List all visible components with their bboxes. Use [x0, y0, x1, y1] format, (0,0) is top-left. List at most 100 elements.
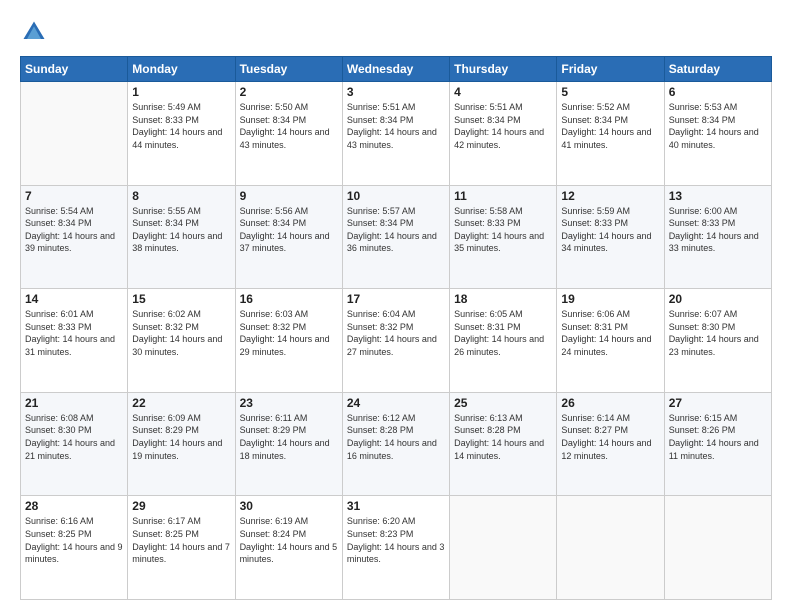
day-number: 9 [240, 189, 338, 203]
calendar-cell: 16Sunrise: 6:03 AMSunset: 8:32 PMDayligh… [235, 289, 342, 393]
weekday-header-tuesday: Tuesday [235, 57, 342, 82]
calendar-cell: 7 Sunrise: 5:54 AMSunset: 8:34 PMDaylight… [21, 185, 128, 289]
day-info: Sunrise: 6:04 AMSunset: 8:32 PMDaylight:… [347, 308, 445, 358]
week-row-4: 21 Sunrise: 6:08 AMSunset: 8:30 PMDayligh… [21, 392, 772, 496]
day-info: Sunrise: 6:12 AMSunset: 8:28 PMDaylight:… [347, 412, 445, 462]
calendar-cell: 9 Sunrise: 5:56 AMSunset: 8:34 PMDaylight… [235, 185, 342, 289]
calendar-cell: 18 Sunrise: 6:05 AMSunset: 8:31 PMDayligh… [450, 289, 557, 393]
day-info: Sunrise: 5:51 AMSunset: 8:34 PMDaylight:… [454, 101, 552, 151]
day-info: Sunrise: 5:58 AMSunset: 8:33 PMDaylight:… [454, 205, 552, 255]
calendar-cell: 27 Sunrise: 6:15 AMSunset: 8:26 PMDayligh… [664, 392, 771, 496]
day-number: 27 [669, 396, 767, 410]
calendar-cell: 12 Sunrise: 5:59 AMSunset: 8:33 PMDayligh… [557, 185, 664, 289]
calendar-cell: 15Sunrise: 6:02 AMSunset: 8:32 PMDayligh… [128, 289, 235, 393]
day-info: Sunrise: 5:57 AMSunset: 8:34 PMDaylight:… [347, 205, 445, 255]
day-number: 10 [347, 189, 445, 203]
day-info: Sunrise: 6:11 AMSunset: 8:29 PMDaylight:… [240, 412, 338, 462]
day-number: 5 [561, 85, 659, 99]
calendar-cell [557, 496, 664, 600]
calendar-cell: 14Sunrise: 6:01 AMSunset: 8:33 PMDayligh… [21, 289, 128, 393]
day-number: 24 [347, 396, 445, 410]
day-info: Sunrise: 6:16 AMSunset: 8:25 PMDaylight:… [25, 515, 123, 565]
logo [20, 18, 52, 46]
day-number: 18 [454, 292, 552, 306]
calendar-cell: 4 Sunrise: 5:51 AMSunset: 8:34 PMDaylight… [450, 82, 557, 186]
calendar-cell: 8Sunrise: 5:55 AMSunset: 8:34 PMDaylight… [128, 185, 235, 289]
day-number: 26 [561, 396, 659, 410]
day-info: Sunrise: 6:20 AMSunset: 8:23 PMDaylight:… [347, 515, 445, 565]
day-number: 20 [669, 292, 767, 306]
week-row-1: 1 Sunrise: 5:49 AMSunset: 8:33 PMDaylight… [21, 82, 772, 186]
day-number: 21 [25, 396, 123, 410]
day-info: Sunrise: 5:52 AMSunset: 8:34 PMDaylight:… [561, 101, 659, 151]
day-info: Sunrise: 6:00 AMSunset: 8:33 PMDaylight:… [669, 205, 767, 255]
day-number: 12 [561, 189, 659, 203]
calendar-cell: 19 Sunrise: 6:06 AMSunset: 8:31 PMDayligh… [557, 289, 664, 393]
calendar-cell: 17 Sunrise: 6:04 AMSunset: 8:32 PMDayligh… [342, 289, 449, 393]
calendar-cell: 23 Sunrise: 6:11 AMSunset: 8:29 PMDayligh… [235, 392, 342, 496]
header [20, 18, 772, 46]
day-info: Sunrise: 6:17 AMSunset: 8:25 PMDaylight:… [132, 515, 230, 565]
day-info: Sunrise: 5:56 AMSunset: 8:34 PMDaylight:… [240, 205, 338, 255]
calendar-cell: 2 Sunrise: 5:50 AMSunset: 8:34 PMDaylight… [235, 82, 342, 186]
weekday-header-monday: Monday [128, 57, 235, 82]
weekday-header-friday: Friday [557, 57, 664, 82]
day-info: Sunrise: 5:59 AMSunset: 8:33 PMDaylight:… [561, 205, 659, 255]
calendar-cell: 25Sunrise: 6:13 AMSunset: 8:28 PMDayligh… [450, 392, 557, 496]
day-number: 1 [132, 85, 230, 99]
day-number: 7 [25, 189, 123, 203]
day-number: 8 [132, 189, 230, 203]
calendar-cell: 30Sunrise: 6:19 AMSunset: 8:24 PMDayligh… [235, 496, 342, 600]
calendar-cell: 29Sunrise: 6:17 AMSunset: 8:25 PMDayligh… [128, 496, 235, 600]
day-info: Sunrise: 5:50 AMSunset: 8:34 PMDaylight:… [240, 101, 338, 151]
logo-icon [20, 18, 48, 46]
day-info: Sunrise: 6:13 AMSunset: 8:28 PMDaylight:… [454, 412, 552, 462]
calendar-cell: 28 Sunrise: 6:16 AMSunset: 8:25 PMDayligh… [21, 496, 128, 600]
calendar-cell: 22Sunrise: 6:09 AMSunset: 8:29 PMDayligh… [128, 392, 235, 496]
day-info: Sunrise: 6:01 AMSunset: 8:33 PMDaylight:… [25, 308, 123, 358]
weekday-header-wednesday: Wednesday [342, 57, 449, 82]
calendar-cell: 21 Sunrise: 6:08 AMSunset: 8:30 PMDayligh… [21, 392, 128, 496]
calendar-cell: 26 Sunrise: 6:14 AMSunset: 8:27 PMDayligh… [557, 392, 664, 496]
weekday-header-sunday: Sunday [21, 57, 128, 82]
day-info: Sunrise: 6:09 AMSunset: 8:29 PMDaylight:… [132, 412, 230, 462]
calendar-cell: 1 Sunrise: 5:49 AMSunset: 8:33 PMDaylight… [128, 82, 235, 186]
calendar-cell [664, 496, 771, 600]
day-info: Sunrise: 6:14 AMSunset: 8:27 PMDaylight:… [561, 412, 659, 462]
day-number: 19 [561, 292, 659, 306]
day-number: 23 [240, 396, 338, 410]
calendar-cell: 11Sunrise: 5:58 AMSunset: 8:33 PMDayligh… [450, 185, 557, 289]
day-number: 3 [347, 85, 445, 99]
day-number: 28 [25, 499, 123, 513]
week-row-3: 14Sunrise: 6:01 AMSunset: 8:33 PMDayligh… [21, 289, 772, 393]
weekday-header-thursday: Thursday [450, 57, 557, 82]
calendar-cell: 13 Sunrise: 6:00 AMSunset: 8:33 PMDayligh… [664, 185, 771, 289]
day-info: Sunrise: 6:07 AMSunset: 8:30 PMDaylight:… [669, 308, 767, 358]
day-info: Sunrise: 6:05 AMSunset: 8:31 PMDaylight:… [454, 308, 552, 358]
calendar-cell: 31 Sunrise: 6:20 AMSunset: 8:23 PMDayligh… [342, 496, 449, 600]
day-info: Sunrise: 6:03 AMSunset: 8:32 PMDaylight:… [240, 308, 338, 358]
day-info: Sunrise: 6:19 AMSunset: 8:24 PMDaylight:… [240, 515, 338, 565]
day-info: Sunrise: 5:49 AMSunset: 8:33 PMDaylight:… [132, 101, 230, 151]
day-number: 2 [240, 85, 338, 99]
day-number: 13 [669, 189, 767, 203]
weekday-header-saturday: Saturday [664, 57, 771, 82]
calendar-cell [21, 82, 128, 186]
weekday-header-row: SundayMondayTuesdayWednesdayThursdayFrid… [21, 57, 772, 82]
day-info: Sunrise: 6:02 AMSunset: 8:32 PMDaylight:… [132, 308, 230, 358]
calendar-cell: 6Sunrise: 5:53 AMSunset: 8:34 PMDaylight… [664, 82, 771, 186]
day-number: 6 [669, 85, 767, 99]
day-info: Sunrise: 5:51 AMSunset: 8:34 PMDaylight:… [347, 101, 445, 151]
day-number: 31 [347, 499, 445, 513]
calendar-cell: 20 Sunrise: 6:07 AMSunset: 8:30 PMDayligh… [664, 289, 771, 393]
week-row-5: 28 Sunrise: 6:16 AMSunset: 8:25 PMDayligh… [21, 496, 772, 600]
day-info: Sunrise: 6:08 AMSunset: 8:30 PMDaylight:… [25, 412, 123, 462]
week-row-2: 7 Sunrise: 5:54 AMSunset: 8:34 PMDaylight… [21, 185, 772, 289]
day-info: Sunrise: 5:54 AMSunset: 8:34 PMDaylight:… [25, 205, 123, 255]
page: SundayMondayTuesdayWednesdayThursdayFrid… [0, 0, 792, 612]
day-info: Sunrise: 6:06 AMSunset: 8:31 PMDaylight:… [561, 308, 659, 358]
calendar-cell: 10 Sunrise: 5:57 AMSunset: 8:34 PMDayligh… [342, 185, 449, 289]
day-number: 4 [454, 85, 552, 99]
day-info: Sunrise: 6:15 AMSunset: 8:26 PMDaylight:… [669, 412, 767, 462]
day-number: 17 [347, 292, 445, 306]
